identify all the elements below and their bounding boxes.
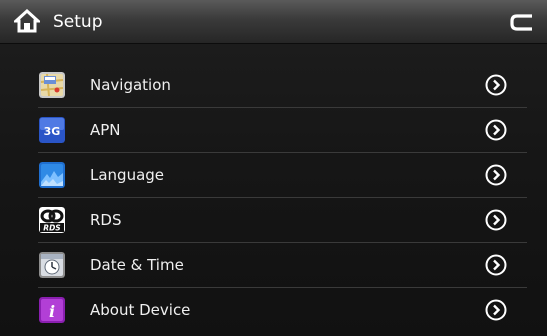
chevron-right-icon[interactable] bbox=[485, 119, 507, 141]
menu-item-navigation[interactable]: Navigation bbox=[0, 63, 547, 108]
rds-icon: RDS bbox=[39, 207, 65, 233]
menu-item-label: APN bbox=[90, 121, 121, 139]
svg-text:3G: 3G bbox=[44, 125, 61, 138]
chevron-right-icon[interactable] bbox=[485, 209, 507, 231]
language-icon bbox=[39, 162, 65, 188]
back-arrow-icon[interactable] bbox=[507, 8, 537, 36]
menu-item-language[interactable]: Language bbox=[0, 153, 547, 198]
header-bar: Setup bbox=[0, 0, 547, 44]
menu-item-label: Navigation bbox=[90, 76, 171, 94]
chevron-right-icon[interactable] bbox=[485, 254, 507, 276]
svg-text:i: i bbox=[49, 302, 55, 321]
menu-item-label: RDS bbox=[90, 211, 122, 229]
menu-item-label: Language bbox=[90, 166, 165, 184]
navigation-map-icon bbox=[39, 72, 65, 98]
about-device-icon: i bbox=[39, 297, 65, 323]
page-title: Setup bbox=[53, 12, 103, 32]
menu-item-date-time[interactable]: Date & Time bbox=[0, 243, 547, 288]
menu-item-label: About Device bbox=[90, 301, 191, 319]
chevron-right-icon[interactable] bbox=[485, 299, 507, 321]
home-icon[interactable] bbox=[14, 9, 40, 33]
menu-item-about-device[interactable]: i About Device bbox=[0, 288, 547, 333]
menu-item-apn[interactable]: 3G APN bbox=[0, 108, 547, 153]
chevron-right-icon[interactable] bbox=[485, 74, 507, 96]
date-time-icon bbox=[39, 252, 65, 278]
chevron-right-icon[interactable] bbox=[485, 164, 507, 186]
apn-3g-icon: 3G bbox=[39, 117, 65, 143]
menu-item-label: Date & Time bbox=[90, 256, 184, 274]
svg-text:RDS: RDS bbox=[43, 224, 60, 233]
menu-item-rds[interactable]: RDS RDS bbox=[0, 198, 547, 243]
